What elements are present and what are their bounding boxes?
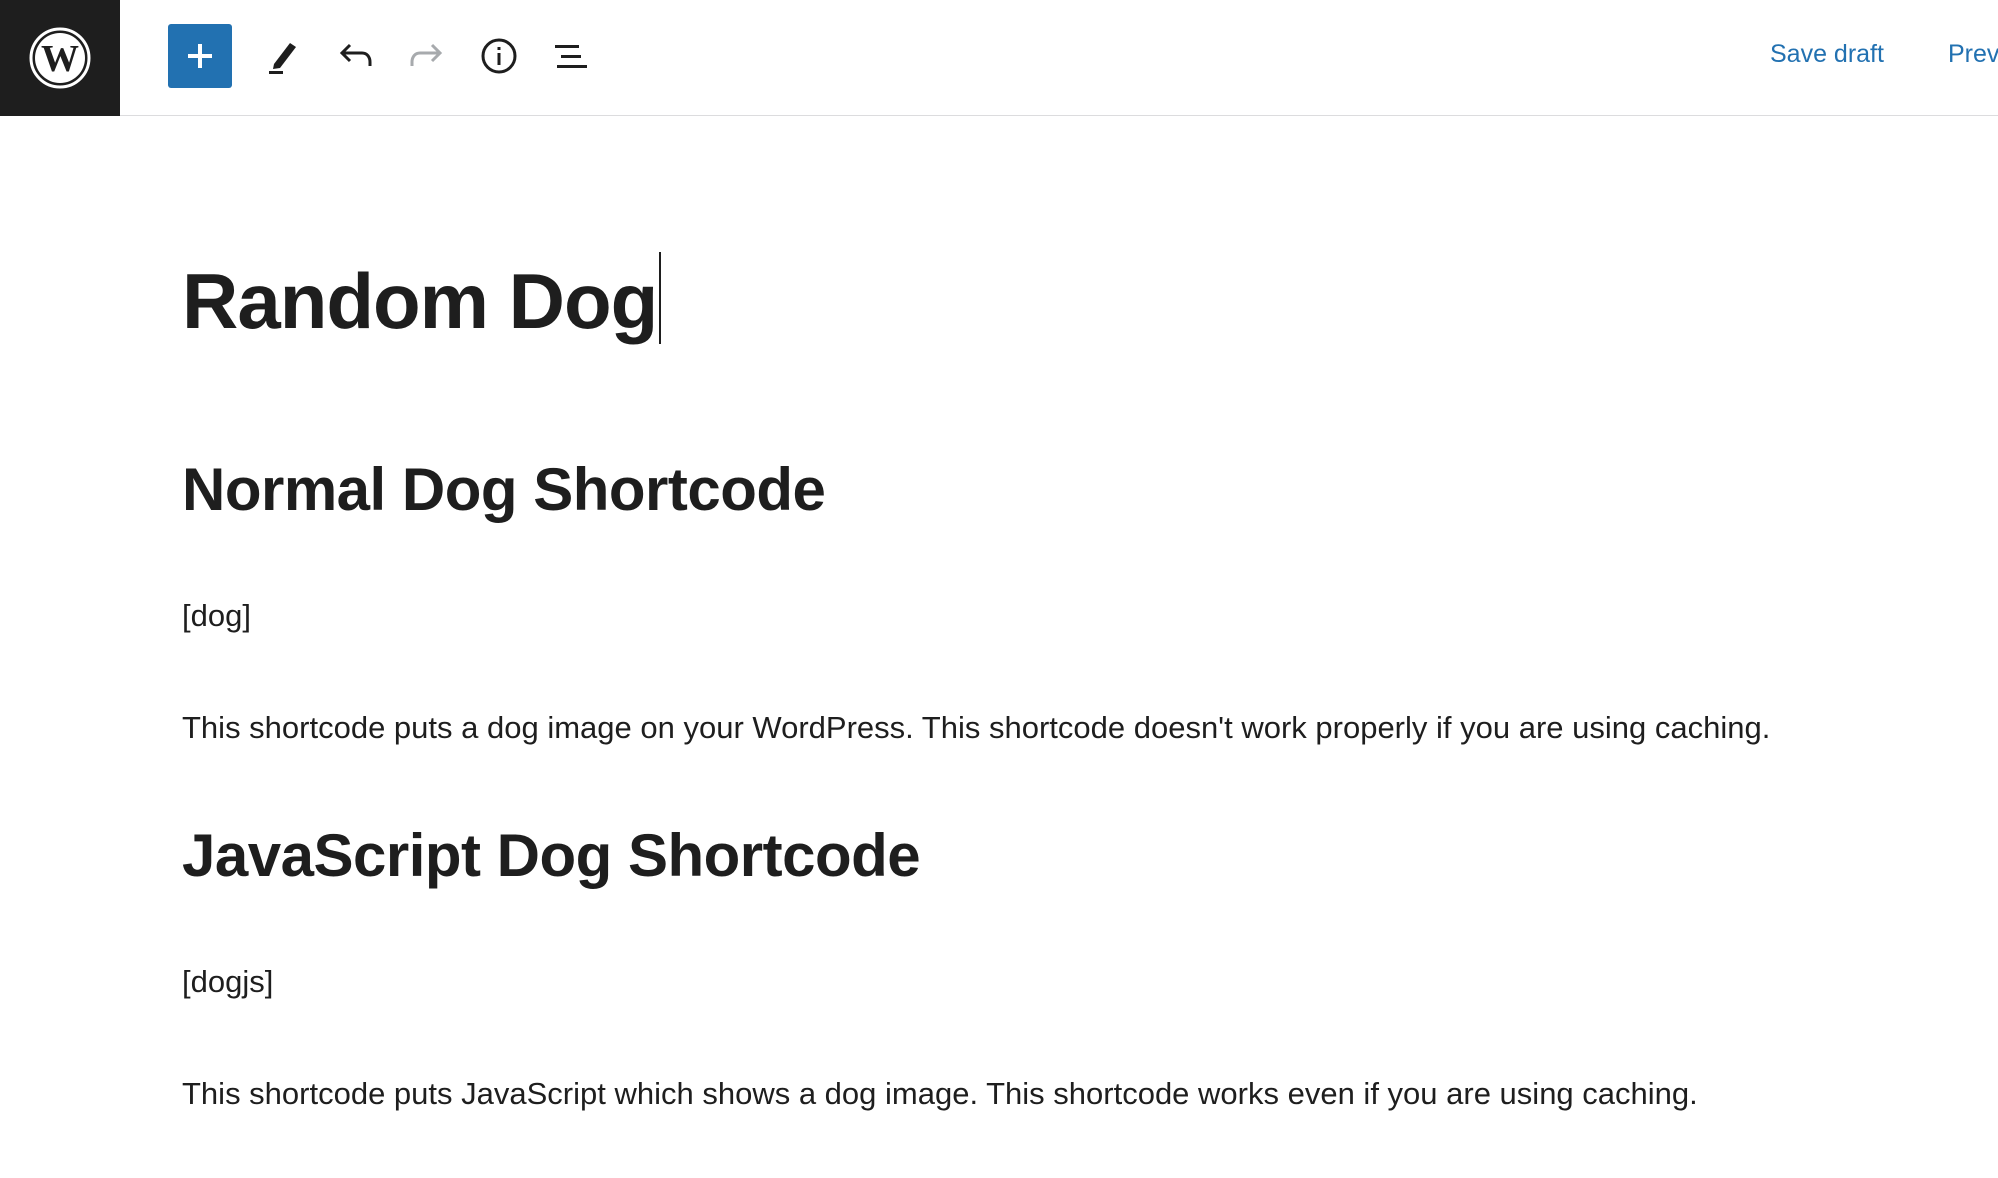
tools-button[interactable] [251, 24, 315, 88]
heading-block[interactable]: Normal Dog Shortcode [182, 460, 826, 520]
list-view-icon [555, 45, 587, 68]
svg-text:W: W [41, 38, 79, 80]
undo-icon [339, 43, 372, 66]
paragraph-block[interactable]: This shortcode puts JavaScript which sho… [182, 1078, 1698, 1109]
plus-icon [188, 44, 212, 68]
editor-header: W Save draft Prev [0, 0, 1998, 116]
heading-block[interactable]: JavaScript Dog Shortcode [182, 826, 921, 886]
shortcode-paragraph[interactable]: [dog] [182, 600, 251, 631]
save-draft-button[interactable]: Save draft [1770, 40, 1884, 69]
list-view-button[interactable] [539, 24, 603, 88]
shortcode-paragraph[interactable]: [dogjs] [182, 966, 273, 997]
post-title[interactable]: Random Dog [182, 252, 662, 345]
pencil-icon [269, 43, 296, 74]
add-block-button[interactable] [168, 24, 232, 88]
redo-button[interactable] [395, 24, 459, 88]
details-button[interactable] [467, 24, 531, 88]
undo-button[interactable] [323, 24, 387, 88]
text-cursor [659, 252, 662, 344]
redo-icon [410, 43, 443, 66]
paragraph-block[interactable]: This shortcode puts a dog image on your … [182, 712, 1770, 743]
wordpress-logo-button[interactable]: W [0, 0, 120, 116]
preview-button[interactable]: Preview [1948, 40, 1998, 69]
info-icon [481, 38, 517, 74]
wordpress-logo-icon: W [29, 27, 91, 89]
post-title-text: Random Dog [182, 257, 658, 345]
